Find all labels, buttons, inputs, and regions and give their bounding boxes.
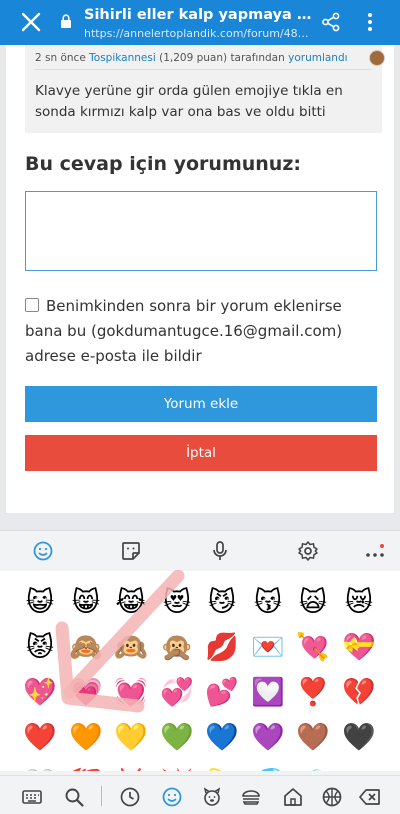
page-title: Sihirli eller kalp yapmaya ogret... bbox=[84, 7, 314, 23]
keyboard-icon[interactable] bbox=[21, 786, 43, 808]
lock-icon bbox=[61, 14, 71, 28]
email-notify-option[interactable]: Benimkinden sonra bir yorum eklenirse ba… bbox=[25, 294, 380, 369]
emoji-key[interactable]: 💝 bbox=[336, 625, 382, 671]
emoji-key[interactable]: 😼 bbox=[199, 580, 245, 626]
microphone-icon[interactable] bbox=[209, 540, 231, 562]
emoji-icon[interactable] bbox=[32, 540, 54, 562]
submit-comment-button[interactable]: Yorum ekle bbox=[25, 386, 377, 422]
emoji-key[interactable]: 💢 bbox=[108, 761, 154, 771]
emoji-key[interactable]: 😸 bbox=[63, 580, 109, 626]
emoji-key[interactable]: 💗 bbox=[63, 670, 109, 716]
search-icon[interactable] bbox=[63, 786, 85, 808]
emoji-category-bar bbox=[0, 775, 400, 814]
emoji-key[interactable]: 😾 bbox=[17, 625, 63, 671]
divider bbox=[101, 786, 102, 806]
emoji-key[interactable]: 💫 bbox=[199, 761, 245, 771]
more-vertical-icon[interactable] bbox=[367, 11, 373, 33]
emoji-key[interactable]: 🤍 bbox=[17, 761, 63, 771]
comment-text: Klavye yerüne gir orda gülen emojiye tık… bbox=[35, 83, 343, 120]
emoji-key[interactable]: 🙀 bbox=[290, 580, 336, 626]
ball-icon[interactable] bbox=[321, 786, 343, 808]
emoji-grid: 😺😸😹😻😼😽🙀😿 😾🙈🙉🙊💋💌💘💝 💖💗💓💞💕💟❣️💔 ❤️🧡💛💚💙💜🤎🖤 🤍💯💢💥💫💦… bbox=[0, 571, 400, 771]
emoji-key[interactable]: 😹 bbox=[108, 580, 154, 626]
sticker-icon[interactable] bbox=[120, 540, 142, 562]
emoji-key[interactable]: 🤎 bbox=[290, 715, 336, 761]
share-icon[interactable] bbox=[321, 12, 341, 32]
emoji-key[interactable]: 💌 bbox=[245, 625, 291, 671]
emoji-key[interactable]: 🖤 bbox=[336, 715, 382, 761]
comment-user-link[interactable]: Tospikannesi bbox=[89, 52, 156, 64]
emoji-key[interactable]: 😿 bbox=[336, 580, 382, 626]
comment-meta: 2 sn önce Tospikannesi (1,209 puan) tara… bbox=[35, 50, 385, 66]
form-title: Bu cevap için yorumunuz: bbox=[25, 153, 301, 175]
cancel-button[interactable]: İptal bbox=[25, 435, 377, 471]
notify-label: Benimkinden sonra bir yorum eklenirse ba… bbox=[25, 297, 343, 365]
emoji-key[interactable]: 💋 bbox=[199, 625, 245, 671]
emoji-key[interactable]: 🙊 bbox=[154, 625, 200, 671]
food-icon[interactable] bbox=[240, 786, 262, 808]
emoji-key[interactable]: 💓 bbox=[108, 670, 154, 716]
recent-icon[interactable] bbox=[119, 786, 141, 808]
comment-by: tarafından bbox=[230, 52, 285, 64]
comment-time: 2 sn önce bbox=[35, 52, 86, 64]
emoji-key[interactable]: 💦 bbox=[245, 761, 291, 771]
avatar[interactable] bbox=[368, 50, 385, 66]
emoji-key[interactable]: 🙈 bbox=[63, 625, 109, 671]
emoji-key[interactable]: 💜 bbox=[245, 715, 291, 761]
page-url[interactable]: https://annelertoplandik.com/forum/481..… bbox=[84, 27, 314, 40]
emoji-key[interactable]: 🕳️ bbox=[336, 761, 382, 771]
emoji-key[interactable]: 💟 bbox=[245, 670, 291, 716]
emoji-key[interactable]: 💖 bbox=[17, 670, 63, 716]
notify-checkbox[interactable] bbox=[25, 298, 39, 312]
comment-textarea[interactable] bbox=[25, 191, 377, 271]
comment-points: (1,209 puan) bbox=[159, 52, 228, 64]
emoji-key[interactable]: 💔 bbox=[336, 670, 382, 716]
backspace-icon[interactable] bbox=[358, 786, 382, 808]
emoji-key[interactable]: ❤️ bbox=[17, 715, 63, 761]
emoji-key[interactable]: 😽 bbox=[245, 580, 291, 626]
emoji-key[interactable]: 💛 bbox=[108, 715, 154, 761]
comment-action-link[interactable]: yorumlandı bbox=[288, 52, 347, 64]
emoji-key[interactable]: 💥 bbox=[154, 761, 200, 771]
emoji-key[interactable]: 💙 bbox=[199, 715, 245, 761]
emoji-keyboard: 😺😸😹😻😼😽🙀😿 😾🙈🙉🙊💋💌💘💝 💖💗💓💞💕💟❣️💔 ❤️🧡💛💚💙💜🤎🖤 🤍💯💢💥💫💦… bbox=[0, 530, 400, 814]
emoji-key[interactable]: 😻 bbox=[154, 580, 200, 626]
page-content: 2 sn önce Tospikannesi (1,209 puan) tara… bbox=[0, 45, 400, 530]
divider bbox=[35, 69, 372, 70]
building-icon[interactable] bbox=[282, 786, 304, 808]
close-icon[interactable] bbox=[18, 9, 44, 35]
animal-icon[interactable] bbox=[201, 786, 223, 808]
more-horizontal-icon[interactable] bbox=[364, 540, 386, 562]
emoji-key[interactable]: 💘 bbox=[290, 625, 336, 671]
smiley-icon[interactable] bbox=[161, 786, 183, 808]
emoji-key[interactable]: 😺 bbox=[17, 580, 63, 626]
emoji-key[interactable]: 🙉 bbox=[108, 625, 154, 671]
emoji-key[interactable]: ❣️ bbox=[290, 670, 336, 716]
emoji-key[interactable]: 💕 bbox=[199, 670, 245, 716]
browser-toolbar: Sihirli eller kalp yapmaya ogret... http… bbox=[0, 0, 400, 45]
emoji-key[interactable]: 💚 bbox=[154, 715, 200, 761]
answer-card: 2 sn önce Tospikannesi (1,209 puan) tara… bbox=[6, 45, 394, 513]
emoji-key[interactable]: 💨 bbox=[290, 761, 336, 771]
settings-icon[interactable] bbox=[297, 540, 319, 562]
emoji-key[interactable]: 🧡 bbox=[63, 715, 109, 761]
keyboard-toolbar bbox=[0, 531, 400, 569]
emoji-key[interactable]: 💞 bbox=[154, 670, 200, 716]
comment: 2 sn önce Tospikannesi (1,209 puan) tara… bbox=[25, 45, 385, 133]
emoji-key[interactable]: 💯 bbox=[63, 761, 109, 771]
